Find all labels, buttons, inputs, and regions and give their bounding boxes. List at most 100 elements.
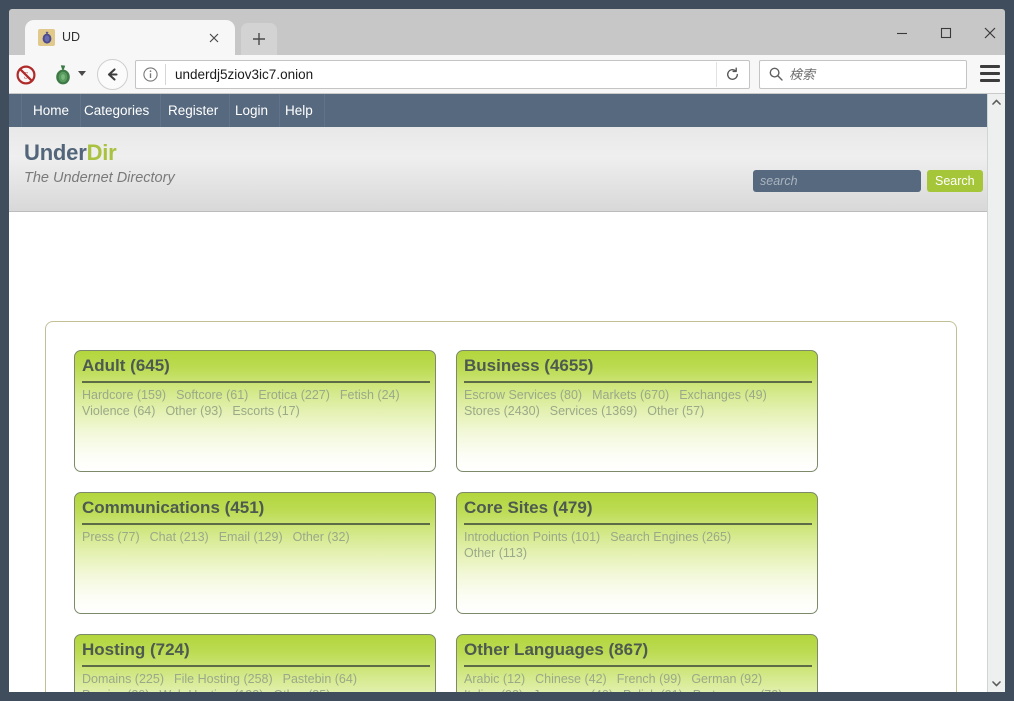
subcategory-link[interactable]: Softcore (61): [176, 387, 248, 403]
categories-panel: Adult (645) Hardcore (159) Softcore (61) E…: [45, 321, 957, 692]
subcategory-link[interactable]: Japanese (40): [533, 687, 613, 692]
site-header: UnderDir The Undernet Directory Search: [9, 127, 987, 212]
window-close-icon[interactable]: [973, 20, 1007, 46]
close-icon[interactable]: [205, 29, 223, 47]
browser-toolbar: S underdj5ziov3ic7.onion 検索: [9, 55, 1005, 94]
hamburger-menu-icon[interactable]: [980, 65, 1000, 82]
browser-tab[interactable]: UD: [25, 20, 235, 55]
url-text: underdj5ziov3ic7.onion: [175, 67, 314, 82]
category-divider: [464, 523, 812, 525]
subcategory-link[interactable]: Escorts (17): [232, 403, 299, 419]
category-divider: [82, 381, 430, 383]
minimize-icon[interactable]: [885, 20, 919, 46]
category-divider: [82, 665, 430, 667]
url-bar[interactable]: underdj5ziov3ic7.onion: [135, 60, 750, 89]
category-title[interactable]: Hosting (724): [82, 640, 428, 660]
category-card[interactable]: Hosting (724) Domains (225) File Hosting …: [74, 634, 436, 692]
subcategory-link[interactable]: Erotica (227): [258, 387, 330, 403]
chevron-up-icon[interactable]: [988, 94, 1005, 111]
tab-strip: UD: [9, 9, 1005, 55]
browser-window: UD S underdj5ziov3ic7.onion 検索 Home Cate…: [0, 0, 1014, 701]
subcategory-link[interactable]: Italian (32): [464, 687, 523, 692]
subcategory-link[interactable]: Violence (64): [82, 403, 155, 419]
subcategory-link[interactable]: Other (57): [647, 403, 704, 419]
category-divider: [464, 381, 812, 383]
back-button[interactable]: [97, 59, 128, 90]
subcategory-link[interactable]: Stores (2430): [464, 403, 540, 419]
category-card[interactable]: Adult (645) Hardcore (159) Softcore (61) E…: [74, 350, 436, 472]
category-title[interactable]: Adult (645): [82, 356, 428, 376]
subcategory-link[interactable]: Hardcore (159): [82, 387, 166, 403]
new-tab-button[interactable]: [241, 23, 277, 55]
back-arrow-icon: [107, 68, 118, 81]
subcategory-list: Arabic (12) Chinese (42) French (99) German…: [464, 671, 811, 692]
svg-text:S: S: [23, 71, 28, 81]
subcategory-link[interactable]: Chat (213): [150, 529, 209, 545]
site-tagline: The Undernet Directory: [24, 170, 175, 186]
category-title[interactable]: Communications (451): [82, 498, 428, 518]
nav-item-login[interactable]: Login: [224, 94, 281, 127]
subcategory-link[interactable]: Arabic (12): [464, 671, 525, 687]
nav-item-help[interactable]: Help: [274, 94, 325, 127]
subcategory-link[interactable]: German (92): [691, 671, 762, 687]
category-card[interactable]: Other Languages (867) Arabic (12) Chinese…: [456, 634, 818, 692]
subcategory-link[interactable]: French (99): [617, 671, 682, 687]
subcategory-link[interactable]: Other (113): [464, 545, 527, 561]
subcategory-link[interactable]: Portuguese (72): [693, 687, 783, 692]
tor-onion-icon[interactable]: [51, 63, 75, 87]
tab-title: UD: [62, 30, 81, 44]
subcategory-link[interactable]: Escrow Services (80): [464, 387, 582, 403]
category-title[interactable]: Business (4655): [464, 356, 810, 376]
subcategory-list: Domains (225) File Hosting (258) Pastebin …: [82, 671, 429, 692]
logo-primary: Under: [24, 140, 87, 165]
subcategory-link[interactable]: File Hosting (258): [174, 671, 273, 687]
subcategory-link[interactable]: Introduction Points (101): [464, 529, 600, 545]
subcategory-link[interactable]: Other (32): [293, 529, 350, 545]
subcategory-link[interactable]: Pastebin (64): [283, 671, 357, 687]
subcategory-link[interactable]: Proxies (20): [82, 687, 149, 692]
subcategory-link[interactable]: Polish (21): [623, 687, 683, 692]
site-search: Search: [753, 170, 983, 194]
subcategory-link[interactable]: Search Engines (265): [610, 529, 731, 545]
subcategory-link[interactable]: Fetish (24): [340, 387, 400, 403]
noscript-icon[interactable]: S: [14, 63, 38, 87]
chevron-down-icon[interactable]: [988, 675, 1005, 692]
subcategory-link[interactable]: Markets (670): [592, 387, 669, 403]
reload-icon[interactable]: [716, 62, 748, 87]
subcategory-link[interactable]: Other (35): [273, 687, 330, 692]
maximize-icon[interactable]: [929, 20, 963, 46]
category-card[interactable]: Communications (451) Press (77) Chat (213…: [74, 492, 436, 614]
browser-search-box[interactable]: 検索: [759, 60, 967, 89]
subcategory-link[interactable]: Services (1369): [550, 403, 638, 419]
subcategory-link[interactable]: Other (93): [165, 403, 222, 419]
page-viewport: Home Categories Register Login Help Unde…: [9, 94, 1005, 692]
subcategory-list: Hardcore (159) Softcore (61) Erotica (227)…: [82, 387, 429, 419]
subcategory-list: Introduction Points (101) Search Engines …: [464, 529, 811, 561]
site-search-input[interactable]: [753, 170, 921, 192]
logo-accent: Dir: [86, 140, 117, 165]
category-title[interactable]: Core Sites (479): [464, 498, 810, 518]
subcategory-list: Escrow Services (80) Markets (670) Exchang…: [464, 387, 811, 419]
nav-item-home[interactable]: Home: [21, 94, 82, 127]
site-logo[interactable]: UnderDir: [24, 140, 117, 166]
subcategory-link[interactable]: Chinese (42): [535, 671, 607, 687]
chevron-down-icon[interactable]: [78, 71, 86, 76]
subcategory-link[interactable]: Press (77): [82, 529, 140, 545]
category-divider: [464, 665, 812, 667]
page-scrollbar[interactable]: [987, 94, 1005, 692]
subcategory-link[interactable]: Email (129): [219, 529, 283, 545]
nav-item-register[interactable]: Register: [157, 94, 231, 127]
category-card[interactable]: Business (4655) Escrow Services (80) Mark…: [456, 350, 818, 472]
subcategory-link[interactable]: Web Hosting (122): [159, 687, 263, 692]
category-card[interactable]: Core Sites (479) Introduction Points (10…: [456, 492, 818, 614]
category-title[interactable]: Other Languages (867): [464, 640, 810, 660]
site-search-button[interactable]: Search: [927, 170, 983, 192]
nav-item-categories[interactable]: Categories: [73, 94, 162, 127]
info-icon[interactable]: [142, 66, 159, 83]
subcategory-link[interactable]: Exchanges (49): [679, 387, 767, 403]
plus-icon: [253, 33, 265, 45]
subcategory-link[interactable]: Domains (225): [82, 671, 164, 687]
onion-icon: [38, 29, 55, 46]
web-page: Home Categories Register Login Help Unde…: [9, 94, 987, 692]
search-icon: [768, 66, 784, 82]
